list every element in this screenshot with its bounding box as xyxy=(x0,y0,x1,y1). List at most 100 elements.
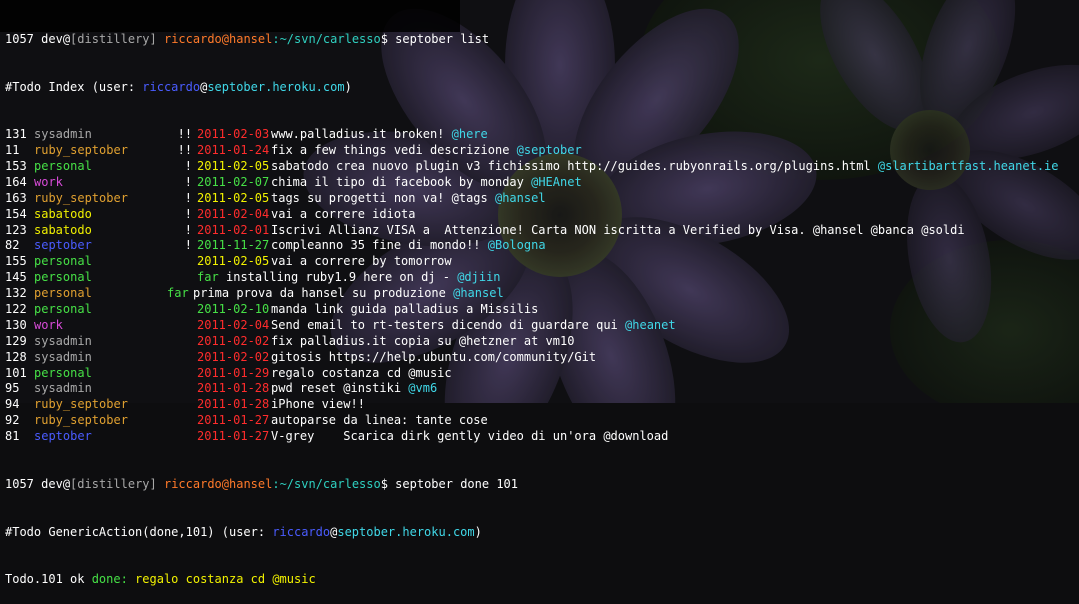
todo-priority: ! xyxy=(184,190,193,205)
todo-date: far xyxy=(197,270,219,285)
todo-project: personal xyxy=(34,254,92,269)
todo-priority: !! xyxy=(177,143,193,158)
todo-date: 2011-02-05 xyxy=(197,190,270,205)
todo-text: sabatodo crea nuovo plugin v3 fichissimo… xyxy=(271,159,1059,175)
todo-text: Iscrivi Allianz VISA a Attenzione! Carta… xyxy=(271,223,965,239)
todo-project: ruby_septober xyxy=(34,143,128,158)
todo-project: sysadmin xyxy=(34,333,92,348)
todo-id: 130 xyxy=(5,317,27,332)
todo-description: compleanno 35 fine di mondo!! xyxy=(271,238,488,253)
todo-id: 123 xyxy=(5,222,27,237)
todo-row: 92 ruby_septober 2011-01-27 autoparse da li… xyxy=(5,413,1079,429)
todo-date: 2011-02-01 xyxy=(197,222,270,237)
todo-project: personal xyxy=(34,286,92,301)
todo-text: fix palladius.it copia su @hetzner at vm… xyxy=(271,334,574,350)
todo-date: 2011-02-03 xyxy=(197,127,270,142)
todo-row: 94 ruby_septober 2011-01-28 iPhone view!! xyxy=(5,397,1079,413)
todo-description: iPhone view!! xyxy=(271,397,365,412)
todo-project: work xyxy=(34,174,63,189)
todo-id: 95 xyxy=(5,381,20,396)
todo-date: 2011-02-10 xyxy=(197,302,270,317)
todo-row: 155 personal 2011-02-05 vai a correre by to… xyxy=(5,254,1079,270)
todo-row: 122 personal 2011-02-10 manda link guida pa… xyxy=(5,302,1079,318)
todo-id: 131 xyxy=(5,127,27,142)
todo-description: prima prova da hansel su produzione xyxy=(193,286,454,301)
todo-text: regalo costanza cd @music xyxy=(271,366,452,382)
todo-project: personal xyxy=(34,270,92,285)
todo-text: compleanno 35 fine di mondo!! @Bologna xyxy=(271,238,546,254)
todo-row: 81 septober 2011-01-27 V-grey Scarica dirk … xyxy=(5,429,1079,445)
todo-text: fix a few things vedi descrizione @septo… xyxy=(271,143,582,159)
todo-priority: ! xyxy=(184,159,193,173)
prompt-line: 1057 dev@[distillery] riccardo@hansel:~/… xyxy=(5,31,490,46)
prompt-line: 1057 dev@[distillery] riccardo@hansel:~/… xyxy=(5,476,519,491)
todo-date: 2011-01-29 xyxy=(197,365,270,380)
todo-description: www.palladius.it broken! xyxy=(271,127,452,142)
todo-row: 82 septober! 2011-11-27 compleanno 35 fine … xyxy=(5,238,1079,254)
todo-text: iPhone view!! xyxy=(271,397,365,413)
todo-date: 2011-01-28 xyxy=(197,381,270,396)
todo-row: 95 sysadmin 2011-01-28 pwd reset @instiki @… xyxy=(5,381,1079,397)
todo-row: 163 ruby_septober! 2011-02-05 tags su proge… xyxy=(5,191,1079,207)
todo-date: 2011-02-05 xyxy=(197,254,270,269)
todo-text: Send email to rt-testers dicendo di guar… xyxy=(271,318,676,334)
todo-id: 81 xyxy=(5,429,20,444)
todo-date: 2011-11-27 xyxy=(197,238,270,253)
todo-text: chima il tipo di facebook by monday @HEA… xyxy=(271,175,582,191)
todo-description: pwd reset @instiki xyxy=(271,381,409,396)
todo-id: 101 xyxy=(5,365,27,380)
todo-project: septober xyxy=(34,238,92,253)
todo-text: manda link guida palladius a Missilis xyxy=(271,302,538,318)
todo-project: work xyxy=(34,317,63,332)
todo-text: tags su progetti non va! @tags @hansel xyxy=(271,191,546,207)
todo-description: Iscrivi Allianz VISA a Attenzione! Carta… xyxy=(271,222,965,237)
done-result-line: Todo.101 ok done: regalo costanza cd @mu… xyxy=(5,572,316,587)
todo-date: far xyxy=(167,286,189,301)
todo-date: 2011-02-07 xyxy=(197,174,270,189)
todo-project: sysadmin xyxy=(34,381,92,396)
todo-date: 2011-02-02 xyxy=(197,349,270,364)
todo-project: personal xyxy=(34,365,92,380)
todo-list: 131 sysadmin!! 2011-02-03 www.palladius.it … xyxy=(5,127,1079,445)
todo-project: sabatodo xyxy=(34,222,92,237)
todo-project: ruby_septober xyxy=(34,397,128,412)
todo-date: 2011-01-27 xyxy=(197,429,270,444)
todo-id: 163 xyxy=(5,190,27,205)
todo-row: 153 personal! 2011-02-05 sabatodo crea nuov… xyxy=(5,159,1079,175)
terminal-window[interactable]: 1057 dev@[distillery] riccardo@hansel:~/… xyxy=(5,0,1079,586)
todo-text: autoparse da linea: tante cose xyxy=(271,413,488,429)
todo-description: V-grey Scarica dirk gently video di un'o… xyxy=(271,429,669,444)
action-header: #Todo GenericAction(done,101) (user: ric… xyxy=(5,524,482,539)
todo-date: 2011-02-02 xyxy=(197,333,270,348)
todo-description: autoparse da linea: tante cose xyxy=(271,413,488,428)
todo-id: 154 xyxy=(5,206,27,221)
todo-row: 128 sysadmin 2011-02-02 gitosis https://hel… xyxy=(5,350,1079,366)
todo-row: 164 work! 2011-02-07 chima il tipo di faceb… xyxy=(5,175,1079,191)
todo-date: 2011-01-27 xyxy=(197,413,270,428)
todo-project: sabatodo xyxy=(34,206,92,221)
index-header: #Todo Index (user: riccardo@septober.her… xyxy=(5,79,352,94)
todo-tag: @djiin xyxy=(457,270,501,285)
todo-row: 11 ruby_septober!! 2011-01-24 fix a few thi… xyxy=(5,143,1079,159)
todo-text: www.palladius.it broken! @here xyxy=(271,127,488,143)
todo-row: 123 sabatodo! 2011-02-01 Iscrivi Allianz VI… xyxy=(5,223,1079,239)
todo-priority: !! xyxy=(177,127,193,142)
todo-description: vai a correre idiota xyxy=(271,206,416,221)
todo-id: 128 xyxy=(5,349,27,364)
todo-id: 92 xyxy=(5,413,20,428)
todo-description: installing ruby1.9 here on dj - xyxy=(226,270,458,285)
todo-project: septober xyxy=(34,429,92,444)
todo-row: 101 personal 2011-01-29 regalo costanza cd … xyxy=(5,366,1079,382)
todo-tag: @here xyxy=(451,127,488,142)
todo-description: regalo costanza cd @music xyxy=(271,365,452,380)
todo-id: 145 xyxy=(5,270,27,285)
todo-text: pwd reset @instiki @vm6 xyxy=(271,381,437,397)
todo-text: gitosis https://help.ubuntu.com/communit… xyxy=(271,350,596,366)
todo-priority: ! xyxy=(184,238,193,253)
todo-id: 164 xyxy=(5,174,27,189)
todo-project: sysadmin xyxy=(34,349,92,364)
todo-description: chima il tipo di facebook by monday xyxy=(271,174,532,189)
todo-project: personal xyxy=(34,302,92,317)
todo-tag: @septober xyxy=(516,143,582,158)
todo-priority: ! xyxy=(184,206,193,221)
